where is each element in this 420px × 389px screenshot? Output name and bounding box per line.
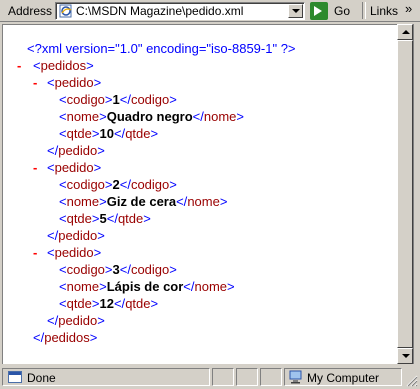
xml-open-item: - <pedido>: [33, 160, 102, 175]
status-pane-1: [212, 368, 234, 386]
status-bar: Done My Computer: [0, 366, 420, 389]
scroll-up-button[interactable]: [397, 24, 413, 40]
address-input[interactable]: C:\MSDN Magazine\pedido.xml: [55, 2, 305, 20]
vertical-scrollbar[interactable]: [397, 24, 414, 364]
done-page-icon: [8, 371, 22, 383]
my-computer-icon: [289, 370, 302, 384]
status-pane-3: [260, 368, 282, 386]
xml-value-nome: Quadro negro: [106, 109, 193, 124]
address-dropdown-button[interactable]: [288, 4, 303, 18]
xml-value-nome: Giz de cera: [106, 194, 177, 209]
address-label: Address: [8, 4, 53, 18]
xml-element-nome: <nome>Quadro negro</nome>: [59, 109, 245, 124]
xml-open-root: - <pedidos>: [17, 58, 94, 73]
collapse-toggle[interactable]: -: [33, 244, 37, 261]
xml-element-codigo: <codigo>2</codigo>: [59, 177, 177, 192]
collapse-toggle[interactable]: -: [17, 57, 21, 74]
go-label: Go: [334, 4, 351, 18]
xml-close-item: </pedido>: [47, 143, 105, 158]
page-icon: [59, 4, 72, 18]
xml-open-item: - <pedido>: [33, 75, 102, 90]
xml-value-qtde: 5: [99, 211, 107, 226]
xml-value-codigo: 1: [112, 92, 120, 107]
xml-value-codigo: 2: [112, 177, 120, 192]
xml-close-item: </pedido>: [47, 228, 105, 243]
xml-close-item: </pedido>: [47, 313, 105, 328]
xml-declaration: <?xml version="1.0" encoding="iso-8859-1…: [27, 41, 296, 56]
xml-value-qtde: 10: [99, 126, 114, 141]
xml-element-nome: <nome>Lápis de cor</nome>: [59, 279, 235, 294]
resize-grip-icon[interactable]: [406, 375, 418, 387]
xml-element-qtde: <qtde>12</qtde>: [59, 296, 159, 311]
zone-text: My Computer: [307, 371, 380, 385]
xml-value-codigo: 3: [112, 262, 120, 277]
xml-element-codigo: <codigo>3</codigo>: [59, 262, 177, 277]
address-bar: Address C:\MSDN Magazine\pedido.xml Go L…: [0, 0, 420, 22]
xml-view: <?xml version="1.0" encoding="iso-8859-1…: [2, 24, 397, 364]
status-pane-2: [236, 368, 258, 386]
xml-element-nome: <nome>Giz de cera</nome>: [59, 194, 228, 209]
collapse-toggle[interactable]: -: [33, 74, 37, 91]
status-main-pane: Done: [2, 368, 210, 386]
toolbar-separator: [362, 2, 366, 19]
address-url: C:\MSDN Magazine\pedido.xml: [76, 4, 244, 18]
links-chevron-icon[interactable]: »: [405, 1, 412, 16]
links-button[interactable]: Links: [370, 4, 398, 18]
xml-close-root: </pedidos>: [33, 330, 98, 345]
xml-element-qtde: <qtde>10</qtde>: [59, 126, 159, 141]
xml-open-item: - <pedido>: [33, 245, 102, 260]
scroll-down-button[interactable]: [397, 348, 413, 364]
collapse-toggle[interactable]: -: [33, 159, 37, 176]
zone-pane: My Computer: [284, 368, 402, 386]
xml-value-nome: Lápis de cor: [106, 279, 184, 294]
xml-element-qtde: <qtde>5</qtde>: [59, 211, 151, 226]
xml-value-qtde: 12: [99, 296, 114, 311]
go-arrow-icon: [310, 2, 328, 20]
xml-element-codigo: <codigo>1</codigo>: [59, 92, 177, 107]
scroll-thumb[interactable]: [397, 40, 413, 348]
status-text: Done: [27, 371, 56, 385]
